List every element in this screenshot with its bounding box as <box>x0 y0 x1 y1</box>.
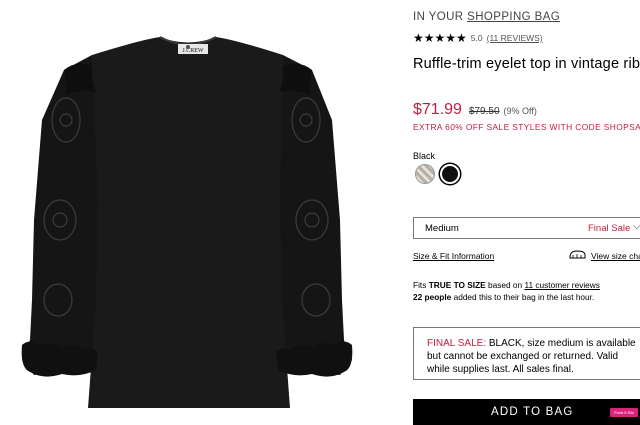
customer-reviews-link[interactable]: 11 customer reviews <box>524 280 599 290</box>
striped-swatch[interactable] <box>415 164 435 184</box>
size-selected-value: Medium <box>425 222 459 234</box>
size-chart-icon <box>569 250 586 259</box>
keyhole-button <box>186 45 190 49</box>
black-swatch[interactable] <box>440 164 460 184</box>
final-sale-notice: FINAL SALE: BLACK, size medium is availa… <box>413 327 640 380</box>
shopping-bag-link[interactable]: SHOPPING BAG <box>467 11 560 23</box>
bag-suffix: added this to their bag in the last hour… <box>453 292 595 302</box>
original-price: $79.50 <box>468 106 500 117</box>
product-image[interactable]: J.CREW <box>0 0 388 420</box>
bag-count: 22 people <box>413 292 452 302</box>
product-title: Ruffle-trim eyelet top in vintage rib <box>413 56 640 72</box>
promo-text: EXTRA 60% OFF SALE STYLES WITH CODE SHOP… <box>413 122 640 132</box>
sale-price: $71.99 <box>413 101 462 118</box>
fit-value: TRUE TO SIZE <box>428 280 486 290</box>
price-row: $71.99 $79.50 (9% Off) <box>413 101 537 119</box>
fit-prefix: Fits <box>413 280 427 290</box>
fit-middle: based on <box>488 280 523 290</box>
reviews-link[interactable]: (11 REVIEWS) <box>487 33 543 43</box>
color-label: Black <box>413 151 436 161</box>
fit-info: Fits TRUE TO SIZE based on 11 customer r… <box>413 280 600 290</box>
point5-badge: Point 5 Slic <box>610 408 638 417</box>
bag-activity: 22 people added this to their bag in the… <box>413 292 594 302</box>
in-bag-status: IN YOUR SHOPPING BAG <box>413 11 560 23</box>
rating-value: 5.0 <box>470 33 483 43</box>
size-fit-link[interactable]: Size & Fit Information <box>413 251 494 261</box>
chevron-down-icon: ⌵ <box>633 221 640 232</box>
product-details-panel: IN YOUR SHOPPING BAG ★★★★★ 5.0 (11 REVIE… <box>413 0 640 425</box>
add-to-bag-button[interactable]: ADD TO BAG <box>413 399 640 425</box>
rating-row: ★★★★★ 5.0 (11 REVIEWS) <box>413 31 543 45</box>
in-bag-prefix: IN YOUR <box>413 11 464 23</box>
star-rating-icon: ★★★★★ <box>413 31 467 45</box>
top-body <box>88 37 290 408</box>
discount-percent: (9% Off) <box>503 106 537 116</box>
size-chart-link[interactable]: View size cha <box>591 251 640 261</box>
black-eyelet-top-photo: J.CREW <box>21 36 353 408</box>
final-sale-label: Final Sale <box>588 223 631 234</box>
size-dropdown[interactable]: Medium Final Sale ⌵ <box>413 217 640 239</box>
notice-label: FINAL SALE: <box>427 338 487 349</box>
brand-label: J.CREW <box>182 48 204 54</box>
